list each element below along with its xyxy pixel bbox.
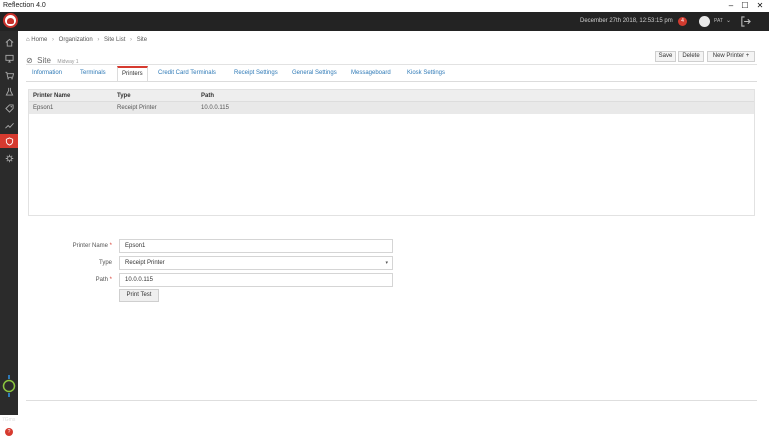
tab-general-settings[interactable]: General Settings	[292, 66, 337, 81]
header-divider	[26, 64, 757, 65]
tab-kiosk-settings[interactable]: Kiosk Settings	[407, 66, 445, 81]
cart-icon[interactable]	[0, 68, 18, 82]
save-button[interactable]: Save	[655, 51, 676, 62]
new-printer-button[interactable]: New Printer +	[707, 51, 755, 62]
type-label: Type	[98, 260, 112, 266]
home-icon[interactable]	[0, 35, 18, 49]
printer-table: Printer Name Type Path Epson1 Receipt Pr…	[28, 89, 755, 216]
window-title: Reflection 4.0	[3, 2, 46, 9]
breadcrumb-site: Site	[136, 37, 148, 43]
printer-name-field[interactable]: Epson1	[119, 239, 393, 253]
session-time: 7Gms	[2, 417, 16, 423]
brand-logo-icon	[2, 375, 16, 397]
alert-badge[interactable]: 4	[678, 17, 687, 26]
chevron-down-icon: ▾	[385, 260, 388, 266]
path-label: Path *	[95, 277, 112, 283]
tab-messageboard[interactable]: Messageboard	[351, 66, 391, 81]
header-datetime: December 27th 2018, 12:53:15 pm	[580, 18, 673, 24]
footer-divider	[26, 400, 757, 401]
type-select[interactable]: Receipt Printer ▾	[119, 256, 393, 270]
home-icon[interactable]: ⌂	[26, 37, 30, 43]
column-header-type[interactable]: Type	[117, 90, 131, 102]
tab-printers[interactable]: Printers	[117, 66, 148, 81]
close-icon[interactable]: ✕	[752, 0, 768, 11]
breadcrumb-sep: ›	[130, 37, 133, 43]
cell-printer-name: Epson1	[33, 105, 54, 111]
flask-icon[interactable]	[0, 84, 18, 98]
table-header: Printer Name Type Path	[29, 90, 754, 102]
username[interactable]: PAT	[714, 12, 723, 31]
monitor-icon[interactable]	[0, 51, 18, 65]
trend-icon[interactable]	[0, 118, 18, 132]
path-field[interactable]: 10.0.0.115	[119, 273, 393, 287]
gear-icon[interactable]	[0, 151, 18, 165]
breadcrumb: ⌂ Home › Organization › Site List › Site	[26, 37, 147, 43]
tag-icon[interactable]	[0, 101, 18, 115]
breadcrumb-home[interactable]: Home	[31, 37, 47, 43]
breadcrumb-site-list[interactable]: Site List	[104, 37, 125, 43]
logout-icon[interactable]	[740, 16, 751, 27]
shield-icon[interactable]	[0, 134, 18, 148]
tab-terminals[interactable]: Terminals	[80, 66, 106, 81]
delete-button[interactable]: Delete	[678, 51, 704, 62]
column-header-path[interactable]: Path	[201, 90, 214, 102]
app-logo-icon[interactable]	[3, 13, 18, 28]
breadcrumb-organization[interactable]: Organization	[59, 37, 93, 43]
help-badge[interactable]: ?	[5, 428, 13, 436]
table-row[interactable]: Epson1 Receipt Printer 10.0.0.115	[29, 102, 754, 114]
app-header: December 27th 2018, 12:53:15 pm 4 PAT ⌄	[0, 12, 769, 31]
type-select-value: Receipt Printer	[125, 260, 165, 266]
chevron-down-icon[interactable]: ⌄	[726, 12, 731, 31]
tab-information[interactable]: Information	[32, 66, 62, 81]
printer-name-label: Printer Name *	[72, 243, 112, 249]
left-nav: 7Gms ?	[0, 31, 18, 436]
print-test-button[interactable]: Print Test	[119, 289, 159, 302]
tab-credit-card-terminals[interactable]: Credit Card Terminals	[158, 66, 216, 81]
cell-type: Receipt Printer	[117, 105, 157, 111]
tab-receipt-settings[interactable]: Receipt Settings	[234, 66, 278, 81]
breadcrumb-sep: ›	[97, 37, 100, 43]
breadcrumb-sep: ›	[51, 37, 54, 43]
avatar[interactable]	[699, 16, 710, 27]
maximize-icon[interactable]: ☐	[737, 0, 753, 11]
cell-path: 10.0.0.115	[201, 105, 229, 111]
window-titlebar: Reflection 4.0 – ☐ ✕	[0, 0, 769, 12]
tab-divider	[26, 81, 757, 82]
column-header-printer-name[interactable]: Printer Name	[33, 90, 70, 102]
